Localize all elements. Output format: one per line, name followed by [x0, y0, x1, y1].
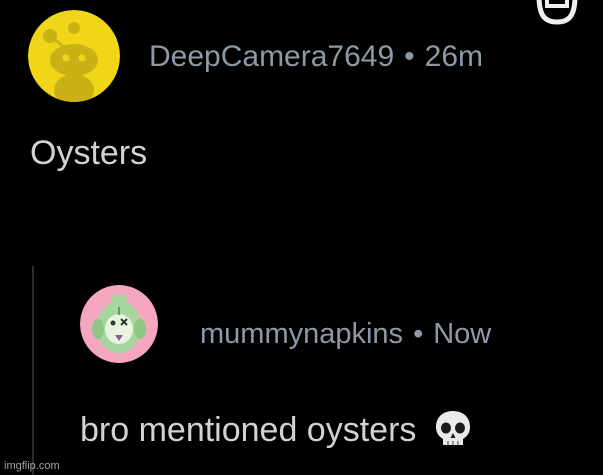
- green-creature-avatar-icon: [80, 285, 158, 363]
- reply-username[interactable]: mummynapkins: [200, 318, 403, 350]
- reply-timestamp: Now: [433, 318, 492, 350]
- reply-meta: mummynapkins • Now: [200, 320, 491, 349]
- reply-text: bro mentioned oysters: [80, 411, 417, 449]
- reply-separator-dot: •: [413, 318, 424, 350]
- separator-dot: •: [404, 40, 415, 73]
- snoo-avatar-icon: [28, 10, 120, 102]
- comment-meta: DeepCamera7649 • 26m: [149, 42, 483, 72]
- comment-text: Oysters: [30, 134, 148, 172]
- skull-icon: [436, 411, 471, 445]
- reply-comment: mummynapkins • Now bro mentioned oysters: [80, 285, 600, 465]
- timestamp: 26m: [424, 40, 484, 73]
- parent-comment: DeepCamera7649 • 26m Oysters: [28, 10, 588, 200]
- reply-user-avatar[interactable]: [80, 285, 158, 363]
- thread-line[interactable]: [32, 266, 34, 475]
- user-avatar[interactable]: [28, 10, 120, 102]
- watermark: imgflip.com: [4, 460, 60, 472]
- username[interactable]: DeepCamera7649: [149, 40, 394, 73]
- reply-text-line: bro mentioned oysters: [80, 409, 472, 450]
